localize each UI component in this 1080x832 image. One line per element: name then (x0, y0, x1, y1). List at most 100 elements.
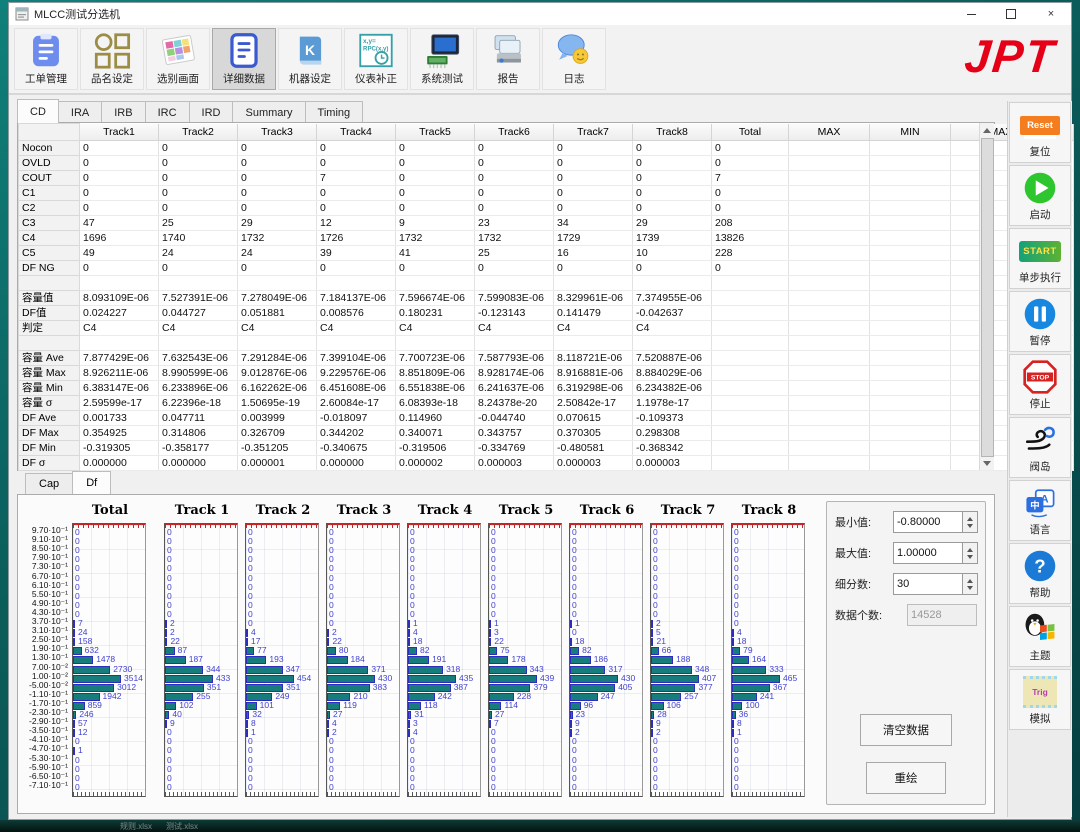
table-cell: 0 (396, 201, 475, 216)
row-label: DF值 (19, 306, 80, 321)
sidebar: Reset 复位 启动 START 单步执行 暂停 STOP 停止 (1007, 101, 1072, 817)
min-spinner-arrows[interactable] (963, 511, 978, 533)
tab-irb[interactable]: IRB (101, 101, 145, 123)
histogram-bar (570, 675, 618, 683)
tab-summary[interactable]: Summary (232, 101, 305, 123)
row-label: C5 (19, 246, 80, 261)
table-cell: 7.399104E-06 (317, 351, 396, 366)
redraw-button[interactable]: 重绘 (866, 762, 946, 794)
bins-input[interactable] (893, 573, 963, 595)
table-cell: 0 (80, 201, 159, 216)
table-cell (789, 216, 870, 231)
scroll-down-icon[interactable] (980, 456, 993, 470)
bar-count-label: 80 (339, 646, 348, 655)
toolbar-label: 品名设定 (91, 71, 133, 86)
table-cell (789, 171, 870, 186)
toolbar-button-work-orders[interactable]: 工单管理 (14, 28, 78, 90)
toolbar-button-report[interactable]: 报告 (476, 28, 540, 90)
scrollbar-thumb[interactable] (981, 138, 994, 457)
bar-count-label: 247 (601, 692, 615, 701)
close-button[interactable]: × (1031, 3, 1071, 25)
table-cell: 0 (238, 261, 317, 276)
column-header: Track8 (633, 124, 712, 141)
table-cell: 6.162262E-06 (238, 381, 317, 396)
taskbar-item[interactable]: 规则.xlsx (120, 821, 152, 832)
tab-ira[interactable]: IRA (58, 101, 102, 123)
min-value-input[interactable] (893, 511, 963, 533)
sidebar-button-valve-island[interactable]: 阀岛 (1009, 417, 1071, 478)
table-cell: 0 (475, 201, 554, 216)
histogram-bar (570, 711, 573, 719)
histogram-bar (651, 675, 699, 683)
tab-ird[interactable]: IRD (189, 101, 234, 123)
chart-title: Track 8 (731, 503, 807, 523)
toolbar-button-machine-settings[interactable]: K 机器设定 (278, 28, 342, 90)
table-cell: 0 (396, 141, 475, 156)
toolbar-button-meter-calibration[interactable]: x,y= RPC(x,y) 仪表补正 (344, 28, 408, 90)
toolbar-button-part-name[interactable]: 品名设定 (80, 28, 144, 90)
table-cell: 2.60084e-17 (317, 396, 396, 411)
minimize-button[interactable] (951, 3, 991, 25)
taskbar-item[interactable]: 测试.xlsx (166, 821, 198, 832)
main-toolbar: 工单管理 品名设定 选别画面 详细数据 (9, 25, 1071, 95)
sidebar-button-single-step[interactable]: START 单步执行 (1009, 228, 1071, 289)
table-cell: 7.278049E-06 (238, 291, 317, 306)
sidebar-button-reset[interactable]: Reset 复位 (1009, 102, 1071, 163)
sidebar-button-language[interactable]: A 中 语言 (1009, 480, 1071, 541)
sidebar-button-help[interactable]: ? 帮助 (1009, 543, 1071, 604)
title-bar[interactable]: MLCC测试分选机 × (9, 3, 1071, 26)
toolbar-button-log[interactable]: 日志 (542, 28, 606, 90)
maximize-button[interactable] (991, 3, 1031, 25)
table-cell: 7.700723E-06 (396, 351, 475, 366)
tab-cd[interactable]: CD (17, 99, 59, 123)
table-cell: -0.123143 (475, 306, 554, 321)
table-scrollbar[interactable] (979, 123, 994, 470)
sidebar-button-start[interactable]: 启动 (1009, 165, 1071, 226)
histogram-bar (732, 666, 766, 674)
histogram-panel: 9.70·10⁻¹9.10·10⁻¹8.50·10⁻¹7.90·10⁻¹7.30… (17, 494, 995, 814)
table-cell: 0.024227 (80, 306, 159, 321)
bar-count-label: 96 (584, 701, 593, 710)
table-cell: 6.234382E-06 (633, 381, 712, 396)
sidebar-button-pause[interactable]: 暂停 (1009, 291, 1071, 352)
chart-plot: 0000000000041879164333465367241100368100… (731, 523, 805, 797)
table-cell: -0.042637 (633, 306, 712, 321)
toolbar-button-sorting-screen[interactable]: 选别画面 (146, 28, 210, 90)
table-cell (870, 456, 951, 471)
max-spinner-arrows[interactable] (963, 542, 978, 564)
table-cell (789, 231, 870, 246)
table-cell: 23 (475, 216, 554, 231)
toolbar-button-detailed-data[interactable]: 详细数据 (212, 28, 276, 90)
table-cell: 0.000003 (475, 456, 554, 471)
sidebar-button-simulate[interactable]: Trig 模拟 (1009, 669, 1071, 730)
chart-title: Total (72, 503, 148, 523)
subtab-df[interactable]: Df (72, 471, 111, 494)
table-cell (870, 306, 951, 321)
table-cell: 9.229576E-06 (317, 366, 396, 381)
sidebar-button-theme[interactable]: 主题 (1009, 606, 1071, 667)
clear-data-button[interactable]: 清空数据 (860, 714, 952, 746)
subtab-cap[interactable]: Cap (25, 473, 73, 494)
tab-irc[interactable]: IRC (145, 101, 190, 123)
histogram-bar (408, 656, 429, 664)
table-cell: 0.001733 (80, 411, 159, 426)
toolbar-button-system-test[interactable]: 系统测试 (410, 28, 474, 90)
table-cell (789, 381, 870, 396)
table-cell: C4 (238, 321, 317, 336)
bins-spinner-arrows[interactable] (963, 573, 978, 595)
table-row: DF Min-0.319305-0.358177-0.351205-0.3406… (19, 441, 1074, 456)
row-label: 判定 (19, 321, 80, 336)
table-cell: 0 (475, 141, 554, 156)
table-cell (712, 411, 789, 426)
column-header: Track4 (317, 124, 396, 141)
table-cell (870, 351, 951, 366)
sidebar-button-stop[interactable]: STOP 停止 (1009, 354, 1071, 415)
tab-timing[interactable]: Timing (305, 101, 364, 123)
scroll-up-icon[interactable] (980, 123, 993, 137)
histogram-track-3: Track 3000000000002228018437143038321011… (326, 503, 402, 797)
histogram-bar (327, 720, 329, 728)
stop-icon: STOP (1022, 359, 1058, 395)
table-cell: 0.051881 (238, 306, 317, 321)
table-cell (789, 411, 870, 426)
max-value-input[interactable] (893, 542, 963, 564)
